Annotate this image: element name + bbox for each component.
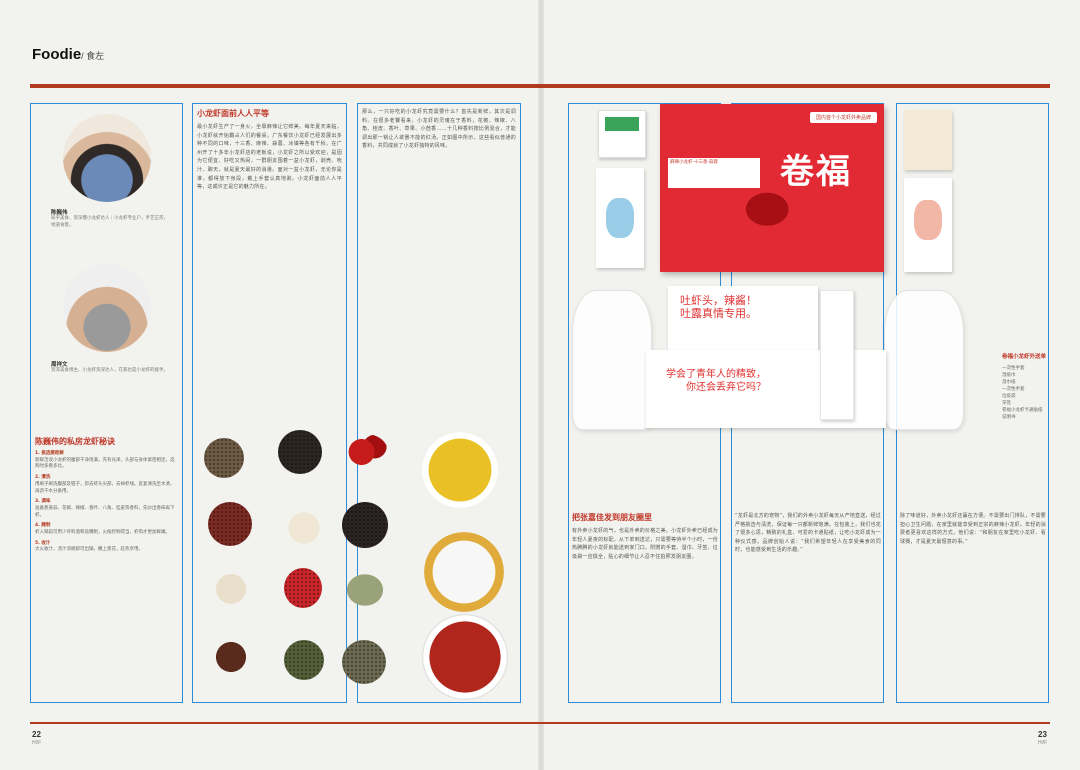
tip-4: 4. 腌制 虾入锅前可用少许料酒和盐腌制，火候控制得当，虾肉才更加鲜嫩。 xyxy=(35,523,170,536)
header-rule xyxy=(30,84,1050,88)
tag-item: 湿纸巾 xyxy=(1002,373,1016,378)
spice-blackpepper xyxy=(278,430,322,474)
sticker-pack xyxy=(904,178,952,272)
section-sub: / 食左 xyxy=(81,51,105,61)
box-line: 麻辣小龙虾·十三香·蒜蓉 xyxy=(668,158,760,188)
sugar-bowl xyxy=(424,532,504,612)
magazine-spread: Foodie/ 食左 陈巍伟 知乎美食、资深爆小龙虾达人｜小龙虾专业户，手艺正宗… xyxy=(0,0,1080,770)
chili-bowl xyxy=(422,614,508,700)
box-brand: 卷福 xyxy=(780,152,852,192)
left-page-number: 22 Hi!F xyxy=(32,730,42,746)
tag-item: 说明书 xyxy=(1002,415,1016,420)
card-line-1: 吐虾头，辣酱！ xyxy=(680,294,757,307)
spice-goji xyxy=(284,568,322,608)
message-card: 吐虾头，辣酱！ 吐露真情专用。 xyxy=(668,286,818,356)
product-box: 国内首个小龙虾外卖品牌 卷福 麻辣小龙虾·十三香·蒜蓉 xyxy=(660,104,884,272)
tag-list-title: 卷福小龙虾外送单 xyxy=(1002,354,1047,360)
crayfish-illustration xyxy=(730,190,792,238)
article-title: 小龙虾面前人人平等 xyxy=(197,109,269,118)
portrait-2 xyxy=(63,264,151,352)
article-right-text-2: “龙虾是北方的宠物”，我们的外卖小龙虾每天从产地直送，经过严格挑选与清洗，保证每… xyxy=(735,513,881,554)
tip-2: 2. 清洗 用刷子刷洗腹部及钳子，剪去虾头尖部，去掉虾线。反复清洗至水清，再沥干水… xyxy=(35,475,175,494)
box-tag: 国内首个小龙虾外卖品牌 xyxy=(810,112,878,123)
tip-5: 5. 收汁 大火收汁，汤汁浓稠即可出锅，撒上葱花，趁热享用。 xyxy=(35,540,143,553)
article-right-3: 除了味道好，外卖小龙虾还赢在方便。不需要出门排队，不需要担心卫生问题，在家里就能… xyxy=(900,512,1046,546)
tag-list: 卷福小龙虾外送单 一次性手套 湿纸巾 湿巾纸 一次性手套 垃圾袋 牙签 卷福小龙… xyxy=(1002,354,1046,421)
spice-cinnamon xyxy=(342,502,388,548)
person1-name: 陈巍伟 xyxy=(51,210,68,216)
glove-left xyxy=(572,290,652,430)
tag-item: 湿巾纸 xyxy=(1002,380,1016,385)
tag-item: 牙签 xyxy=(1002,401,1011,406)
tip-3: 3. 调味 准备葱姜蒜、花椒、辣椒、香叶、八角、桂皮等香料，先炒出香味再下虾。 xyxy=(35,499,175,518)
tip-1: 1. 挑选要趁鲜 新鲜活泼小龙虾的腹部干净饱满，壳有光泽，头部与身体紧密相连，选购… xyxy=(35,451,175,470)
tips-block: 陈巍伟的私房龙虾秘诀 1. 挑选要趁鲜 新鲜活泼小龙虾的腹部干净饱满，壳有光泽，头… xyxy=(35,436,178,554)
spice-sichuan xyxy=(208,502,252,546)
tag-item: 卷福小龙虾卡通贴纸 xyxy=(1002,408,1043,413)
card-line-2: 吐露真情专用。 xyxy=(680,307,757,320)
tag-item: 一次性手套 xyxy=(1002,366,1025,371)
article-right-text-1: 有外卖小龙虾的气，也是外卖的价格之美。小龙虾外卖已经成为年轻人夏夜的标配，从下单… xyxy=(572,528,718,560)
person1-bio: 知乎美食、资深爆小龙虾达人｜小龙虾专业户，手艺正宗，地道食客。 xyxy=(51,216,168,228)
toothpick-pack xyxy=(820,290,854,420)
sauce-packet xyxy=(904,110,952,170)
oil-bowl xyxy=(422,432,498,508)
person2-bio: 资深美食博主、小龙虾资深达人，在家也是小龙虾的能手。 xyxy=(51,368,168,373)
article-right-text-3: 除了味道好，外卖小龙虾还赢在方便。不需要出门排队，不需要担心卫生问题，在家里就能… xyxy=(900,513,1046,545)
spice-staranise xyxy=(210,636,252,678)
spice-photo xyxy=(192,420,522,710)
spice-bayleaf xyxy=(342,570,388,610)
spine-gutter xyxy=(538,0,544,770)
spice-ginger xyxy=(212,570,250,608)
spice-starcut xyxy=(284,508,324,548)
wetwipe-packet xyxy=(598,110,646,158)
footer-rule xyxy=(30,722,1050,724)
right-page-number: 23 Hi!F xyxy=(1038,730,1048,746)
column-profiles: 陈巍伟 知乎美食、资深爆小龙虾达人｜小龙虾专业户，手艺正宗，地道食客。 周祥文 … xyxy=(30,103,183,703)
gloves-pack xyxy=(596,168,644,268)
spice-fennel xyxy=(284,640,324,680)
article-right-1: 把张嘉佳发到朋友圈里 有外卖小龙虾的气，也是外卖的价格之美。小龙虾外卖已经成为年… xyxy=(572,512,718,561)
section-brand: Foodie xyxy=(32,46,82,63)
section-header: Foodie/ 食左 xyxy=(32,46,104,64)
glove-right xyxy=(884,290,964,430)
tips-title: 陈巍伟的私房龙虾秘诀 xyxy=(35,437,115,446)
spice-cumin xyxy=(342,640,386,684)
spice-chili xyxy=(344,434,388,470)
article-right-2: “龙虾是北方的宠物”，我们的外卖小龙虾每天从产地直送，经过严格挑选与清洗，保证每… xyxy=(735,512,881,555)
tag-item: 一次性手套 xyxy=(1002,387,1025,392)
article-text-1: 最小龙虾生产了一身火，全靠麻辣让它鲜美。每年夏天来临，小龙虾就开始霸占人们的餐桌… xyxy=(197,124,342,191)
tag-item: 垃圾袋 xyxy=(1002,394,1016,399)
article-text-2: 那么，一只好吃的小龙虾究竟需要什么？首先是新鲜，其次是调料。在很多老饕看来，小龙… xyxy=(362,109,516,150)
portrait-1 xyxy=(63,114,151,202)
article-right-title: 把张嘉佳发到朋友圈里 xyxy=(572,513,652,522)
spice-peppercorn xyxy=(204,438,244,478)
person2-name: 周祥文 xyxy=(51,362,68,368)
